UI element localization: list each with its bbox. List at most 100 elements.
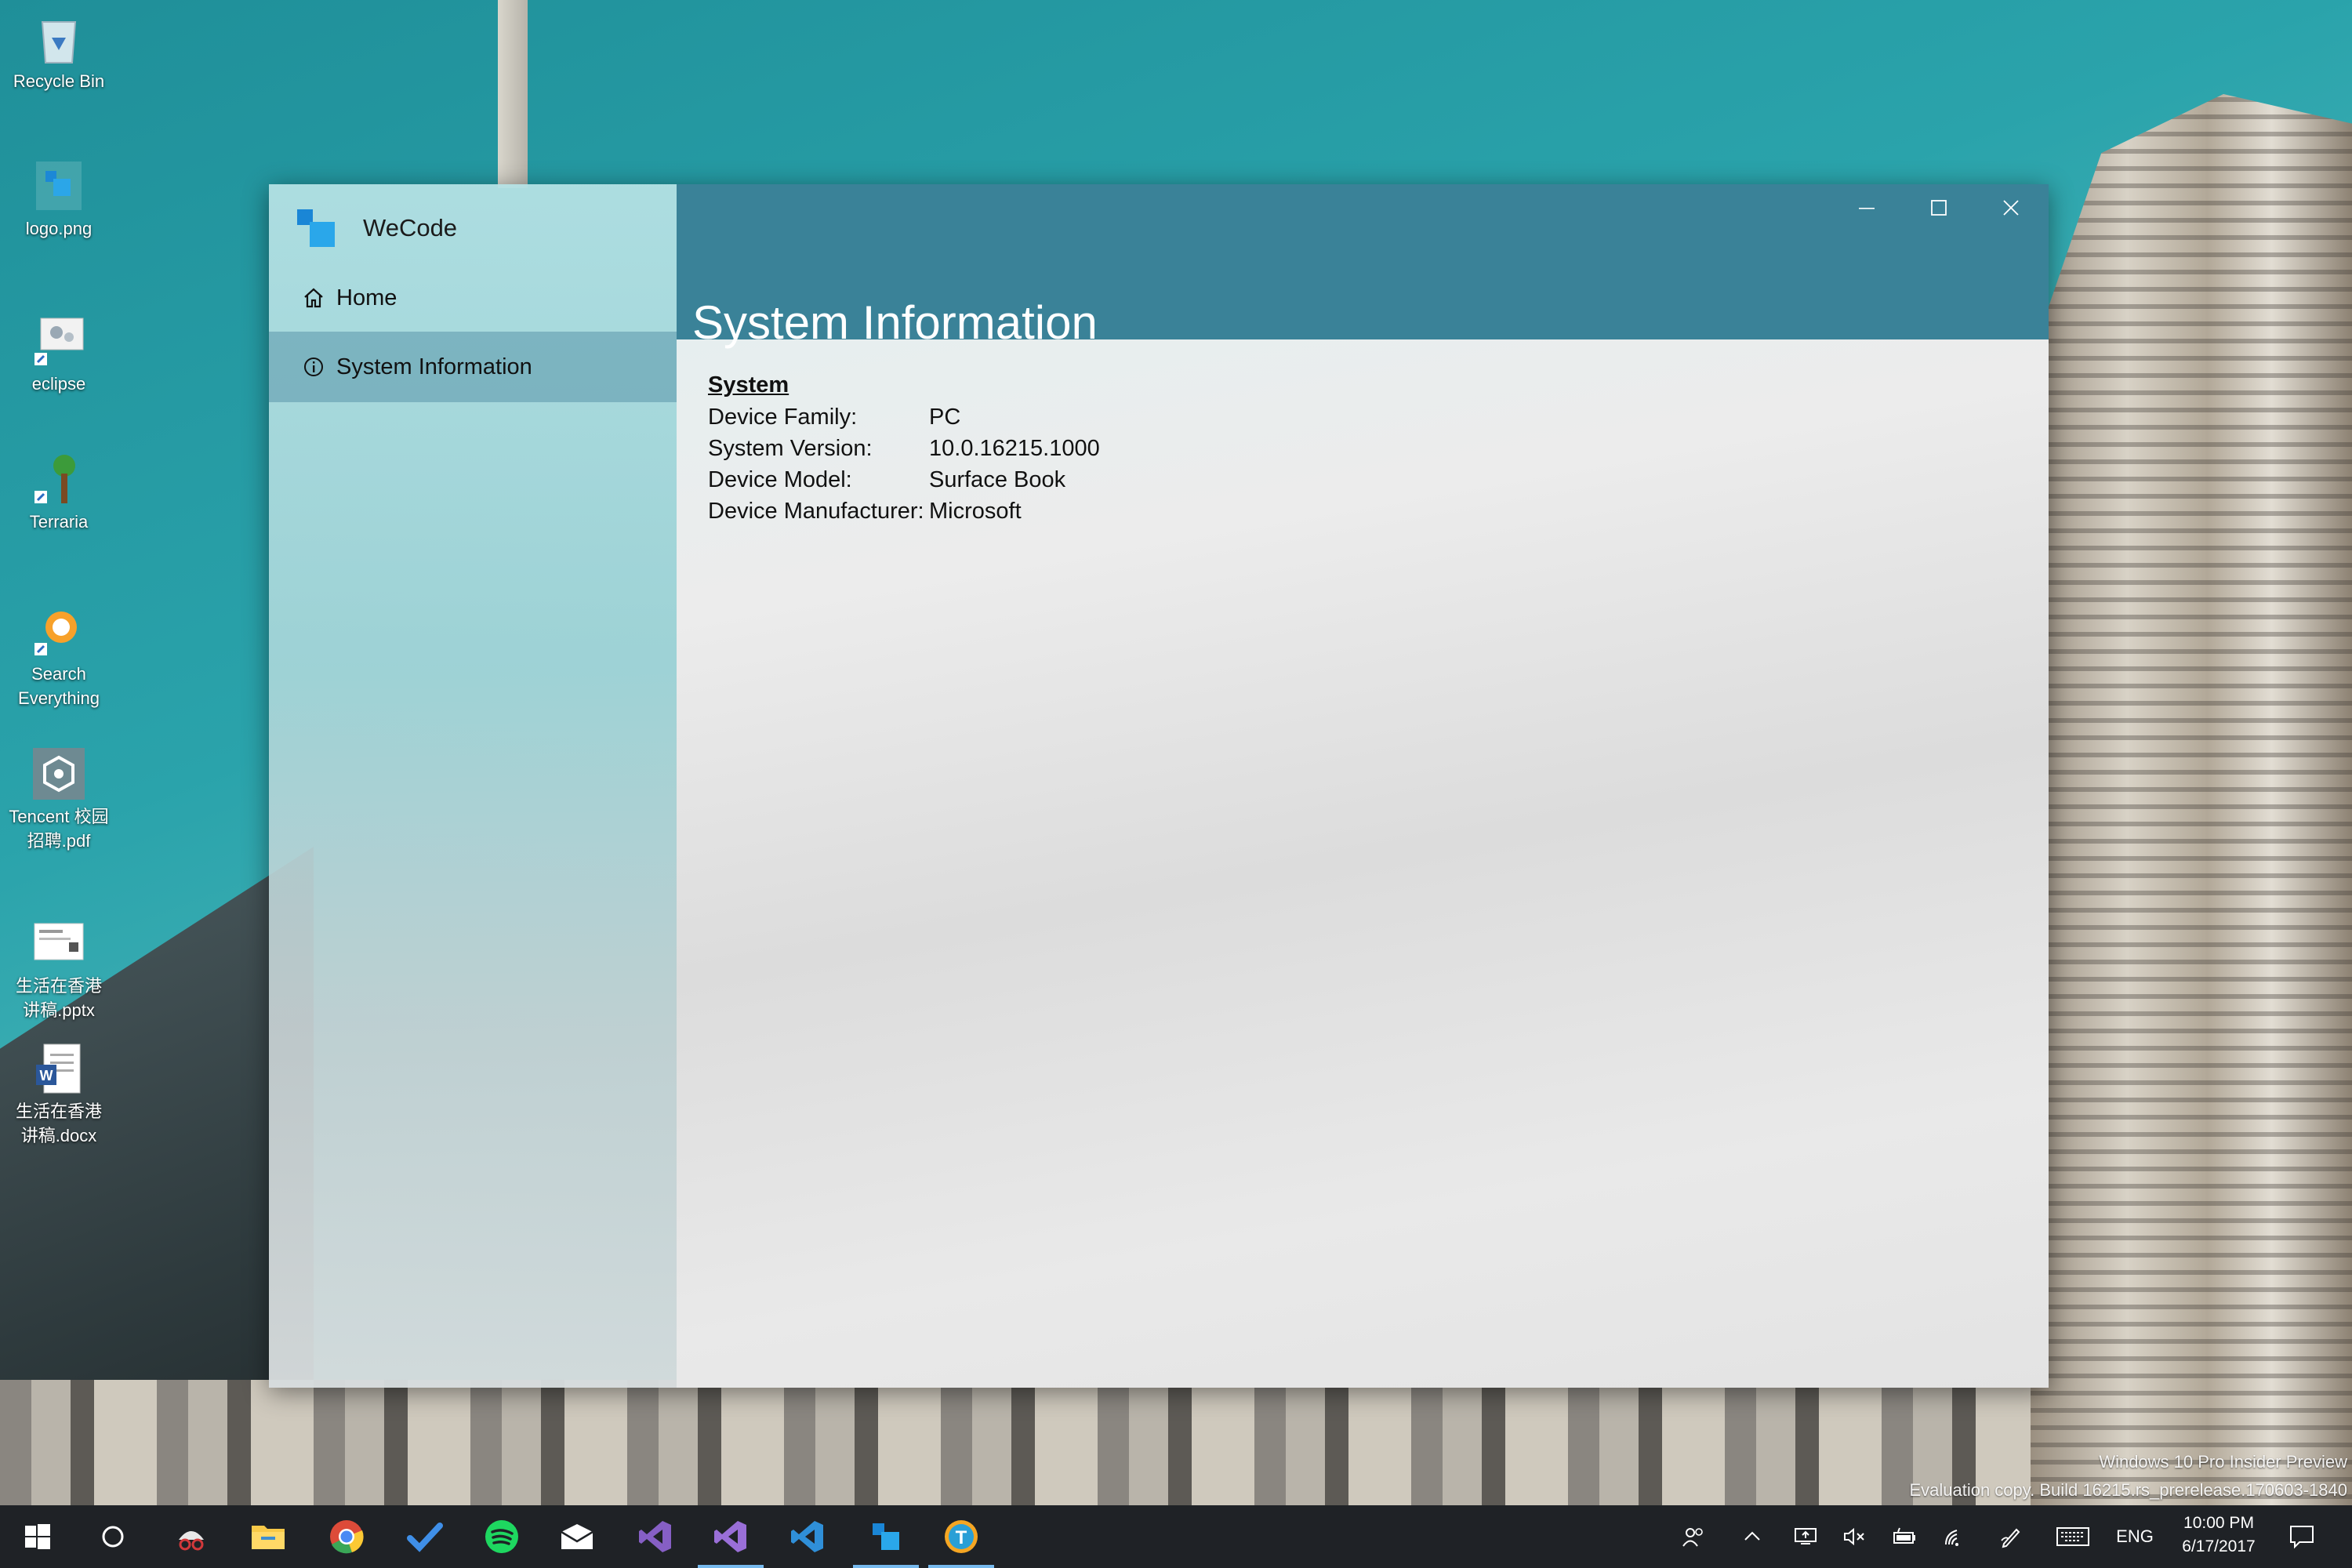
desktop-icon-label: 生活在香港 讲稿.docx xyxy=(15,1102,102,1145)
app-name: WeCode xyxy=(363,214,458,241)
nav-item-label: Home xyxy=(336,285,397,310)
input-language-button[interactable]: ENG xyxy=(2109,1505,2161,1568)
wifi-icon xyxy=(1945,1530,1958,1546)
cortana-button[interactable] xyxy=(75,1505,151,1568)
chevron-up-icon xyxy=(1744,1531,1760,1541)
taskbar-app-spotify[interactable] xyxy=(464,1505,539,1568)
taskbar-clock[interactable]: 10:00 PM 6/17/2017 xyxy=(2172,1512,2266,1559)
mail-icon xyxy=(561,1524,593,1549)
battery-charging-icon xyxy=(1893,1527,1915,1544)
taskbar-app-snipping[interactable] xyxy=(154,1505,229,1568)
home-icon xyxy=(302,286,325,310)
project-button[interactable] xyxy=(1786,1505,1825,1568)
info-value: PC xyxy=(929,404,961,430)
taskbar-app-visual-studio-2[interactable] xyxy=(693,1505,768,1568)
eclipse-shortcut-icon xyxy=(34,318,84,365)
watermark-line-2: Evaluation copy. Build 16215.rs_prerelea… xyxy=(1909,1480,2347,1500)
taskbar-app-visual-studio[interactable] xyxy=(618,1505,693,1568)
show-hidden-icons-button[interactable] xyxy=(1733,1505,1772,1568)
info-key: Device Model: xyxy=(708,466,852,492)
taskbar-app-file-explorer[interactable] xyxy=(230,1505,306,1568)
desktop-icon-logo-png[interactable]: logo.png xyxy=(0,154,118,241)
info-key: Device Family: xyxy=(708,404,858,430)
maximize-button[interactable] xyxy=(1903,184,1975,231)
pptx-file-icon xyxy=(34,923,84,960)
desktop-pier xyxy=(498,0,528,188)
desktop-icon-recycle-bin[interactable]: Recycle Bin xyxy=(0,6,118,93)
vscode-icon xyxy=(791,1521,823,1552)
image-file-icon xyxy=(36,162,82,210)
info-row: Device Family: PC xyxy=(708,401,1100,433)
nav-item-home[interactable]: Home xyxy=(269,263,677,333)
minimize-button[interactable] xyxy=(1831,184,1903,231)
info-row: Device Manufacturer: Microsoft xyxy=(708,495,1100,527)
desktop-icon-docx[interactable]: W 生活在香港 讲稿.docx xyxy=(0,1036,118,1148)
content-pane: System Information System Device Family:… xyxy=(677,184,2049,1388)
snipping-tool-icon xyxy=(179,1531,204,1551)
people-button[interactable] xyxy=(1670,1505,1717,1568)
info-key: Device Manufacturer: xyxy=(708,498,924,524)
touch-keyboard-button[interactable] xyxy=(2049,1505,2096,1568)
taskbar-app-wecode[interactable] xyxy=(848,1505,924,1568)
visual-studio-icon xyxy=(639,1521,671,1552)
system-info-table: Device Family: PC System Version: 10.0.1… xyxy=(708,401,1100,527)
projector-icon xyxy=(1795,1528,1817,1544)
recycle-bin-icon xyxy=(41,21,77,64)
visual-studio-icon xyxy=(714,1521,746,1552)
taskbar-app-todo[interactable] xyxy=(387,1505,463,1568)
desktop-icon-label: eclipse xyxy=(31,374,86,394)
nav-item-label: System Information xyxy=(336,354,532,379)
info-value: 10.0.16215.1000 xyxy=(929,435,1100,461)
wecode-logo-icon xyxy=(296,208,339,252)
page-title: System Information xyxy=(692,296,1098,350)
desktop-icon-pptx[interactable]: 生活在香港 讲稿.pptx xyxy=(0,911,118,1022)
taskbar-app-mail[interactable] xyxy=(539,1505,615,1568)
typora-icon: T xyxy=(945,1520,978,1553)
checkmark-icon xyxy=(407,1523,443,1552)
svg-text:T: T xyxy=(956,1527,967,1548)
wecode-icon xyxy=(873,1523,899,1550)
windows-logo-icon xyxy=(25,1524,50,1549)
pen-icon xyxy=(2001,1528,2020,1548)
info-key: System Version: xyxy=(708,435,873,461)
clock-time: 10:00 PM xyxy=(2183,1514,2254,1532)
info-icon xyxy=(302,355,325,379)
pen-workspace-button[interactable] xyxy=(1991,1505,2031,1568)
minimize-icon xyxy=(1859,208,1875,209)
network-button[interactable] xyxy=(1935,1505,1974,1568)
keyboard-icon xyxy=(2056,1527,2089,1546)
start-button[interactable] xyxy=(0,1505,75,1568)
info-value: Surface Book xyxy=(929,466,1066,492)
taskbar-app-chrome[interactable] xyxy=(309,1505,384,1568)
desktop-icon-label: Recycle Bin xyxy=(13,71,105,91)
desktop-icon-label: logo.png xyxy=(25,219,93,238)
pdf-file-icon xyxy=(33,748,85,800)
nav-item-system-information[interactable]: System Information xyxy=(269,332,677,402)
wecode-window: WeCode Home System Information System In… xyxy=(269,184,2049,1388)
desktop-icon-eclipse[interactable]: eclipse xyxy=(0,309,118,396)
watermark-line-1: Windows 10 Pro Insider Preview xyxy=(2099,1452,2347,1472)
nav-header: WeCode xyxy=(269,184,913,263)
taskbar: T ENG 10:00 PM 6/17/2017 xyxy=(0,1505,2352,1568)
taskbar-app-vscode[interactable] xyxy=(770,1505,845,1568)
desktop-icon-label: Terraria xyxy=(29,512,89,532)
taskbar-app-typora[interactable]: T xyxy=(924,1505,999,1568)
desktop-icon-label: Tencent 校园 招聘.pdf xyxy=(9,807,109,851)
desktop-icon-terraria[interactable]: Terraria xyxy=(0,447,118,534)
action-center-button[interactable] xyxy=(2278,1505,2325,1568)
desktop-towers xyxy=(2031,94,2352,1568)
notification-icon xyxy=(2290,1526,2314,1549)
desktop-icon-search-everything[interactable]: Search Everything xyxy=(0,599,118,710)
terraria-tree-icon xyxy=(34,455,75,503)
volume-button[interactable] xyxy=(1835,1505,1874,1568)
close-button[interactable] xyxy=(1975,184,2047,231)
close-icon xyxy=(2003,200,2019,216)
desktop-icon-tencent-pdf[interactable]: Tencent 校园 招聘.pdf xyxy=(0,742,118,853)
info-row: Device Model: Surface Book xyxy=(708,464,1100,495)
people-icon xyxy=(1682,1528,1703,1547)
navigation-pane: WeCode Home System Information xyxy=(269,184,913,1388)
section-title: System xyxy=(708,372,789,397)
battery-button[interactable] xyxy=(1885,1505,1924,1568)
search-everything-icon xyxy=(34,612,77,655)
system-info-panel: System Device Family: PC System Version:… xyxy=(708,372,1100,527)
